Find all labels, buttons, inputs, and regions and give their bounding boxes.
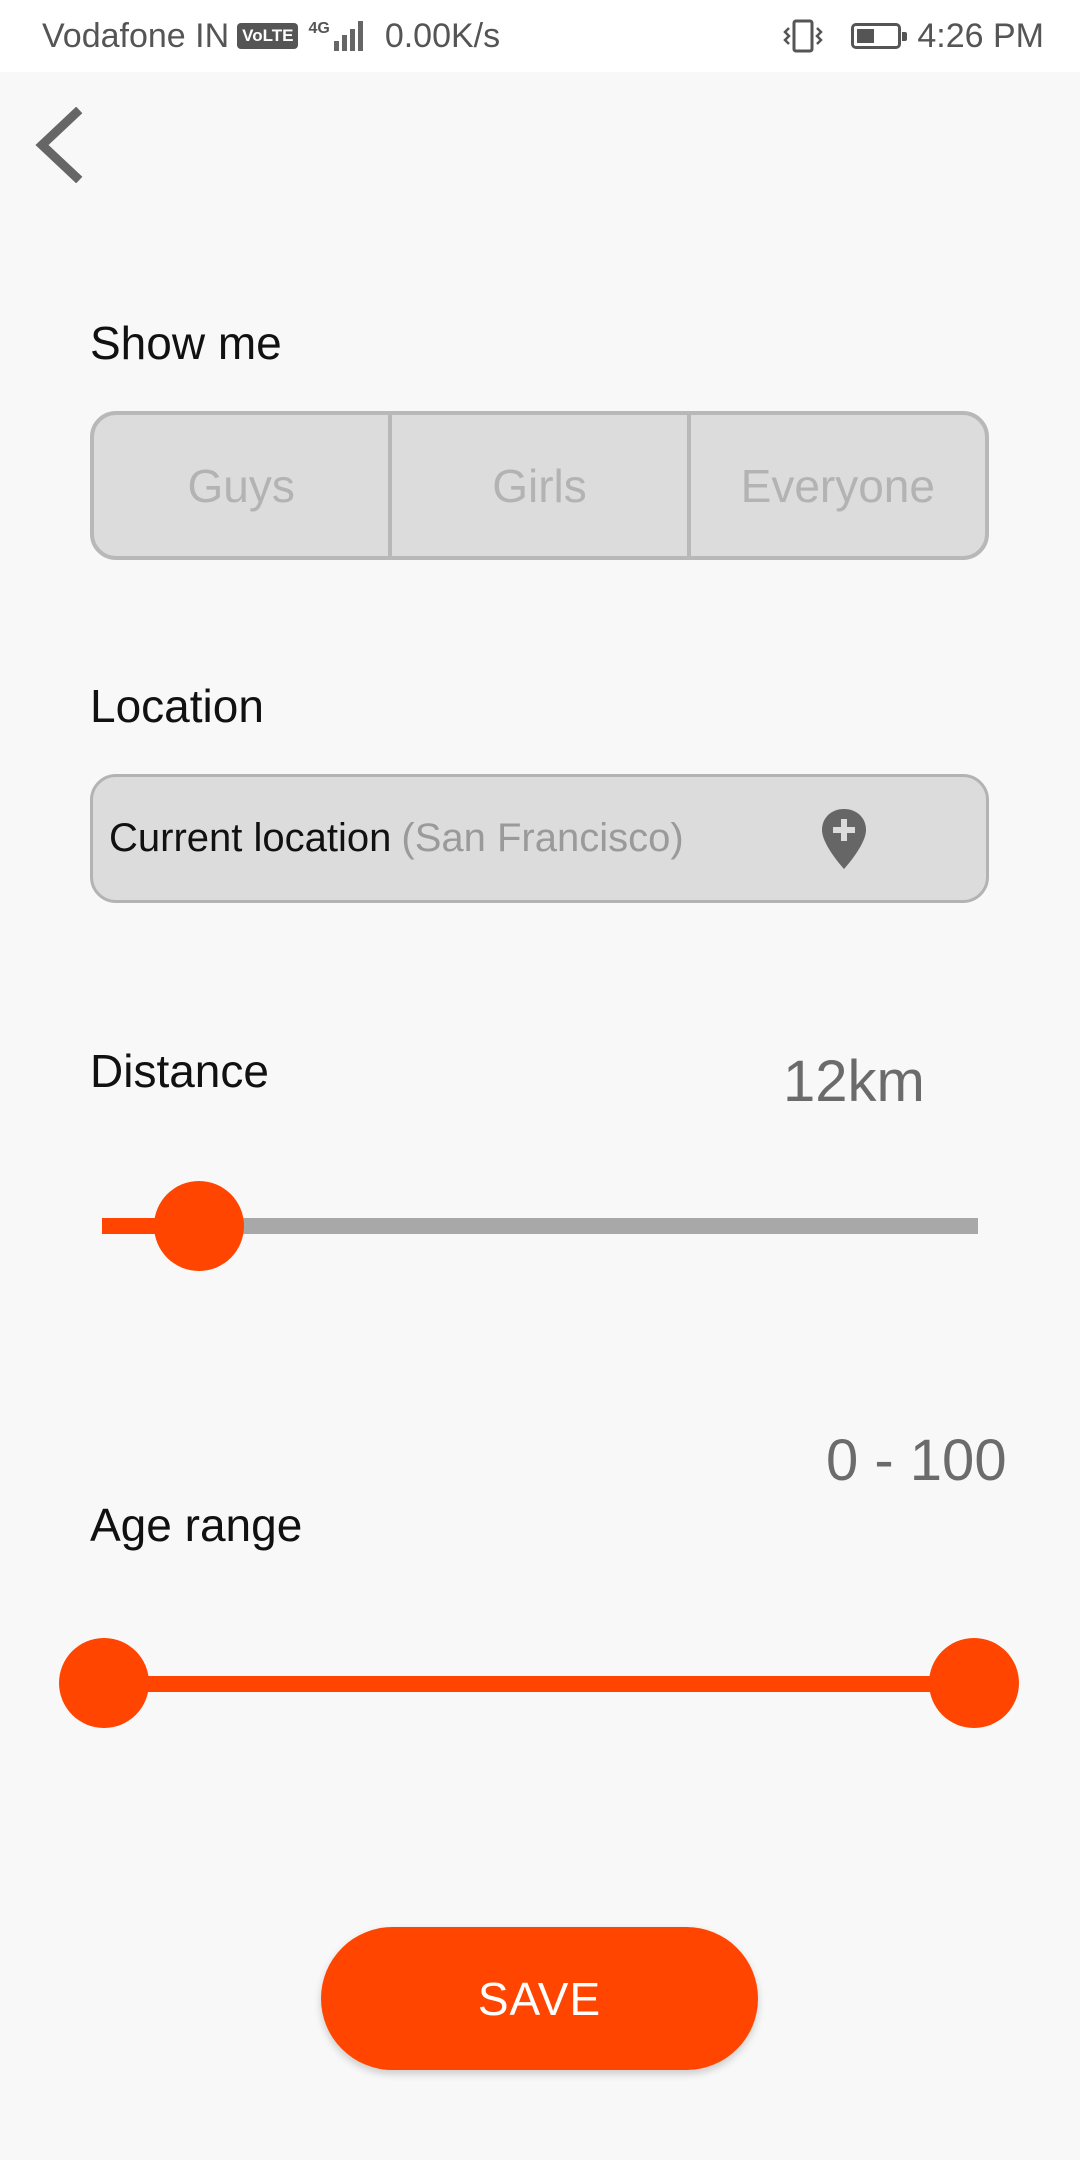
age-range-min-thumb[interactable] bbox=[59, 1638, 149, 1728]
show-me-label: Show me bbox=[90, 317, 282, 369]
distance-slider-thumb[interactable] bbox=[154, 1181, 244, 1271]
distance-label: Distance bbox=[90, 1045, 269, 1097]
age-range-track-fill bbox=[104, 1676, 974, 1692]
chevron-left-icon bbox=[35, 107, 83, 183]
network-type: 4G bbox=[308, 20, 330, 37]
location-field[interactable]: Current location (San Francisco) bbox=[90, 774, 989, 903]
age-range-label: Age range bbox=[90, 1499, 303, 1551]
carrier-name: Vodafone IN bbox=[42, 16, 230, 55]
clock: 4:26 PM bbox=[917, 16, 1044, 55]
age-range-max-thumb[interactable] bbox=[929, 1638, 1019, 1728]
segment-everyone[interactable]: Everyone bbox=[686, 415, 985, 556]
back-button[interactable] bbox=[30, 100, 100, 190]
battery-icon bbox=[851, 23, 908, 49]
network-speed: 0.00K/s bbox=[384, 16, 501, 55]
add-location-pin-icon[interactable] bbox=[819, 807, 869, 873]
location-city: (San Francisco) bbox=[401, 816, 684, 860]
location-label: Location bbox=[90, 680, 264, 732]
distance-value: 12km bbox=[783, 1049, 925, 1114]
status-right: 4:26 PM bbox=[781, 0, 1044, 72]
status-bar: Vodafone IN VoLTE 4G 0.00K/s 4:26 PM bbox=[0, 0, 1080, 72]
save-button[interactable]: SAVE bbox=[321, 1927, 758, 2070]
signal-icon bbox=[333, 21, 363, 51]
segment-guys[interactable]: Guys bbox=[94, 415, 388, 556]
show-me-segmented-control: Guys Girls Everyone bbox=[90, 411, 989, 560]
segment-girls[interactable]: Girls bbox=[388, 415, 686, 556]
vibrate-icon bbox=[783, 19, 824, 53]
current-location-text: Current location bbox=[109, 816, 392, 860]
status-left: Vodafone IN VoLTE 4G 0.00K/s bbox=[42, 0, 500, 72]
volte-badge: VoLTE bbox=[237, 23, 299, 49]
age-range-value: 0 - 100 bbox=[826, 1428, 1007, 1493]
battery-level bbox=[857, 29, 875, 43]
